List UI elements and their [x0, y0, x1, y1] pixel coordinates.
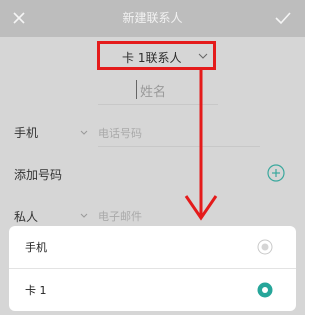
sheet-option-label: 卡 1 — [25, 284, 47, 297]
name-underline — [98, 104, 218, 105]
radio-selected-icon[interactable] — [257, 282, 273, 298]
radio-unselected-icon[interactable] — [257, 239, 273, 255]
title-bar: 新建联系人 — [0, 0, 305, 37]
account-selector[interactable]: 卡 1联系人 — [97, 41, 216, 70]
chevron-down-icon — [198, 53, 208, 59]
phone-input[interactable]: 电话号码 — [98, 125, 142, 141]
email-type-label[interactable]: 私人 — [14, 208, 38, 225]
sheet-option-sim1[interactable]: 卡 1 — [9, 269, 296, 311]
phone-underline — [98, 146, 260, 147]
phone-type-label[interactable]: 手机 — [14, 124, 38, 141]
account-picker-sheet: 手机 卡 1 — [9, 226, 296, 311]
text-cursor — [136, 80, 137, 99]
chevron-down-icon[interactable] — [80, 130, 88, 135]
account-label: 卡 1联系人 — [122, 51, 182, 65]
page-title: 新建联系人 — [122, 11, 183, 25]
sheet-option-phone[interactable]: 手机 — [9, 226, 296, 269]
chevron-down-icon[interactable] — [80, 213, 88, 218]
sheet-option-label: 手机 — [25, 241, 47, 254]
new-contact-screen: 新建联系人 卡 1联系人 姓名 手机 电话号码 添加号码 私人 电子邮件 手机 … — [0, 0, 305, 315]
checkmark-icon — [275, 12, 291, 25]
add-circle-icon — [267, 164, 285, 182]
confirm-button[interactable] — [270, 5, 296, 31]
email-input[interactable]: 电子邮件 — [98, 208, 142, 224]
name-input[interactable]: 姓名 — [140, 81, 166, 100]
add-number-button[interactable] — [267, 164, 285, 182]
add-number-label[interactable]: 添加号码 — [14, 166, 62, 183]
